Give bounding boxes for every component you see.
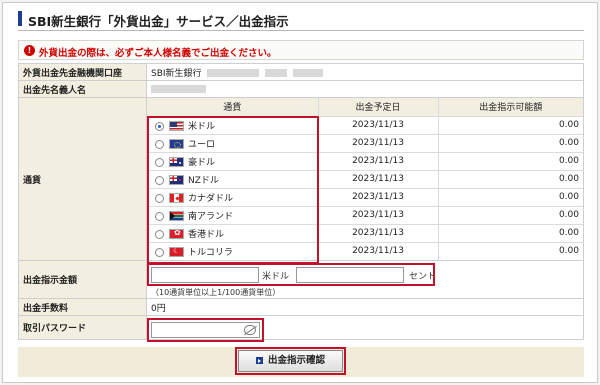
currency-option[interactable]: 南アランド xyxy=(147,206,318,225)
available-amount: 0.00 xyxy=(437,134,583,153)
currency-row[interactable]: 米ドル 2023/11/13 0.00 xyxy=(147,116,583,135)
currency-cell: 通貨 出金予定日 出金指示可能額 米ドル 2023/11/13 0.00 ユーロ… xyxy=(146,97,584,261)
currency-option[interactable]: カナダドル xyxy=(147,188,318,207)
amount-minor-unit: セント xyxy=(409,272,437,282)
masked-account-holder xyxy=(151,84,206,93)
currency-option[interactable]: 米ドル xyxy=(147,116,318,135)
scheduled-date: 2023/11/13 xyxy=(317,152,438,171)
currency-name: NZドル xyxy=(188,175,219,186)
eye-slash-icon[interactable] xyxy=(244,325,256,335)
available-amount: 0.00 xyxy=(437,224,583,243)
currency-name: 南アランド xyxy=(188,211,234,222)
nz-flag-icon xyxy=(169,175,184,185)
amount-major-input[interactable] xyxy=(151,267,259,283)
bank-value: SBI新生銀行 xyxy=(151,68,202,79)
page-header: SBI新生銀行「外貨出金」サービス／出金指示 xyxy=(18,9,584,31)
ca-flag-icon xyxy=(169,193,184,203)
currency-name: 米ドル xyxy=(188,121,216,132)
currency-row[interactable]: 香港ドル 2023/11/13 0.00 xyxy=(147,224,583,243)
currency-row[interactable]: 南アランド 2023/11/13 0.00 xyxy=(147,206,583,225)
za-flag-icon xyxy=(169,211,184,221)
currency-row[interactable]: 豪ドル 2023/11/13 0.00 xyxy=(147,152,583,171)
currency-label: 通貨 xyxy=(18,97,147,261)
notice-banner: ! 外貨出金の際は、必ずご本人様名義でご出金ください。 xyxy=(18,40,584,60)
au-flag-icon xyxy=(169,157,184,167)
password-label: 取引パスワード xyxy=(18,315,147,340)
eu-flag-icon xyxy=(169,139,184,149)
withdrawal-form: 外貨出金先金融機関口座 SBI新生銀行 出金先名義人名 通貨 通貨 出金予定日 … xyxy=(18,63,584,340)
notice-text: 外貨出金の際は、必ずご本人様名義でご出金ください。 xyxy=(39,48,277,59)
warning-icon: ! xyxy=(24,45,35,56)
currency-name: 香港ドル xyxy=(188,229,225,240)
currency-row[interactable]: NZドル 2023/11/13 0.00 xyxy=(147,170,583,189)
currency-name: 豪ドル xyxy=(188,157,216,168)
radio-cad[interactable] xyxy=(155,193,164,203)
bank-value-cell: SBI新生銀行 xyxy=(146,63,584,81)
currency-row[interactable]: ユーロ 2023/11/13 0.00 xyxy=(147,134,583,153)
radio-aud[interactable] xyxy=(155,157,164,167)
currency-name: カナダドル xyxy=(188,193,234,204)
amount-major-unit: 米ドル xyxy=(262,272,290,282)
name-value-cell xyxy=(146,80,584,98)
fee-label: 出金手数料 xyxy=(18,298,147,316)
radio-zar[interactable] xyxy=(155,211,164,221)
currency-option[interactable]: 香港ドル xyxy=(147,224,318,243)
scheduled-date: 2023/11/13 xyxy=(317,242,438,260)
masked-account-number xyxy=(293,69,324,77)
scheduled-date: 2023/11/13 xyxy=(317,206,438,225)
fee-value: 0円 xyxy=(146,298,584,316)
radio-eur[interactable] xyxy=(155,139,164,149)
currency-option[interactable]: ユーロ xyxy=(147,134,318,153)
hk-flag-icon xyxy=(169,229,184,239)
currency-row[interactable]: カナダドル 2023/11/13 0.00 xyxy=(147,188,583,207)
amount-hint: （10通貨単位以上1/100通貨単位） xyxy=(151,288,281,297)
password-input[interactable] xyxy=(151,322,260,338)
amount-minor-input[interactable] xyxy=(296,267,404,283)
column-header-currency: 通貨 xyxy=(147,98,318,117)
name-label: 出金先名義人名 xyxy=(18,80,147,98)
masked-type xyxy=(265,69,288,77)
masked-branch xyxy=(207,69,260,77)
confirm-withdrawal-button[interactable]: 出金指示確認 xyxy=(238,350,343,372)
us-flag-icon xyxy=(169,121,184,131)
currency-table: 通貨 出金予定日 出金指示可能額 米ドル 2023/11/13 0.00 ユーロ… xyxy=(147,98,583,260)
currency-option[interactable]: トルコリラ xyxy=(147,242,318,260)
available-amount: 0.00 xyxy=(437,152,583,171)
scheduled-date: 2023/11/13 xyxy=(317,188,438,207)
page-title: SBI新生銀行「外貨出金」サービス／出金指示 xyxy=(28,14,289,29)
available-amount: 0.00 xyxy=(437,242,583,260)
title-accent-bar xyxy=(18,11,22,26)
currency-option[interactable]: 豪ドル xyxy=(147,152,318,171)
available-amount: 0.00 xyxy=(437,188,583,207)
radio-nzd[interactable] xyxy=(155,175,164,185)
bank-label: 外貨出金先金融機関口座 xyxy=(18,63,147,81)
scheduled-date: 2023/11/13 xyxy=(317,134,438,153)
column-header-available: 出金指示可能額 xyxy=(437,98,583,117)
radio-hkd[interactable] xyxy=(155,229,164,239)
amount-label: 出金指示金額 xyxy=(18,260,147,299)
currency-option[interactable]: NZドル xyxy=(147,170,318,189)
scheduled-date: 2023/11/13 xyxy=(317,224,438,243)
available-amount: 0.00 xyxy=(437,170,583,189)
currency-name: ユーロ xyxy=(188,139,216,150)
currency-name: トルコリラ xyxy=(188,247,233,258)
scheduled-date: 2023/11/13 xyxy=(317,116,438,135)
radio-try[interactable] xyxy=(155,247,164,257)
arrow-right-icon xyxy=(255,357,263,364)
confirm-button-label: 出金指示確認 xyxy=(267,355,325,366)
column-header-date: 出金予定日 xyxy=(317,98,438,117)
currency-row[interactable]: トルコリラ 2023/11/13 0.00 xyxy=(147,242,583,260)
available-amount: 0.00 xyxy=(437,116,583,135)
tr-flag-icon xyxy=(169,247,184,258)
radio-usd[interactable] xyxy=(155,121,164,131)
scheduled-date: 2023/11/13 xyxy=(317,170,438,189)
available-amount: 0.00 xyxy=(437,206,583,225)
